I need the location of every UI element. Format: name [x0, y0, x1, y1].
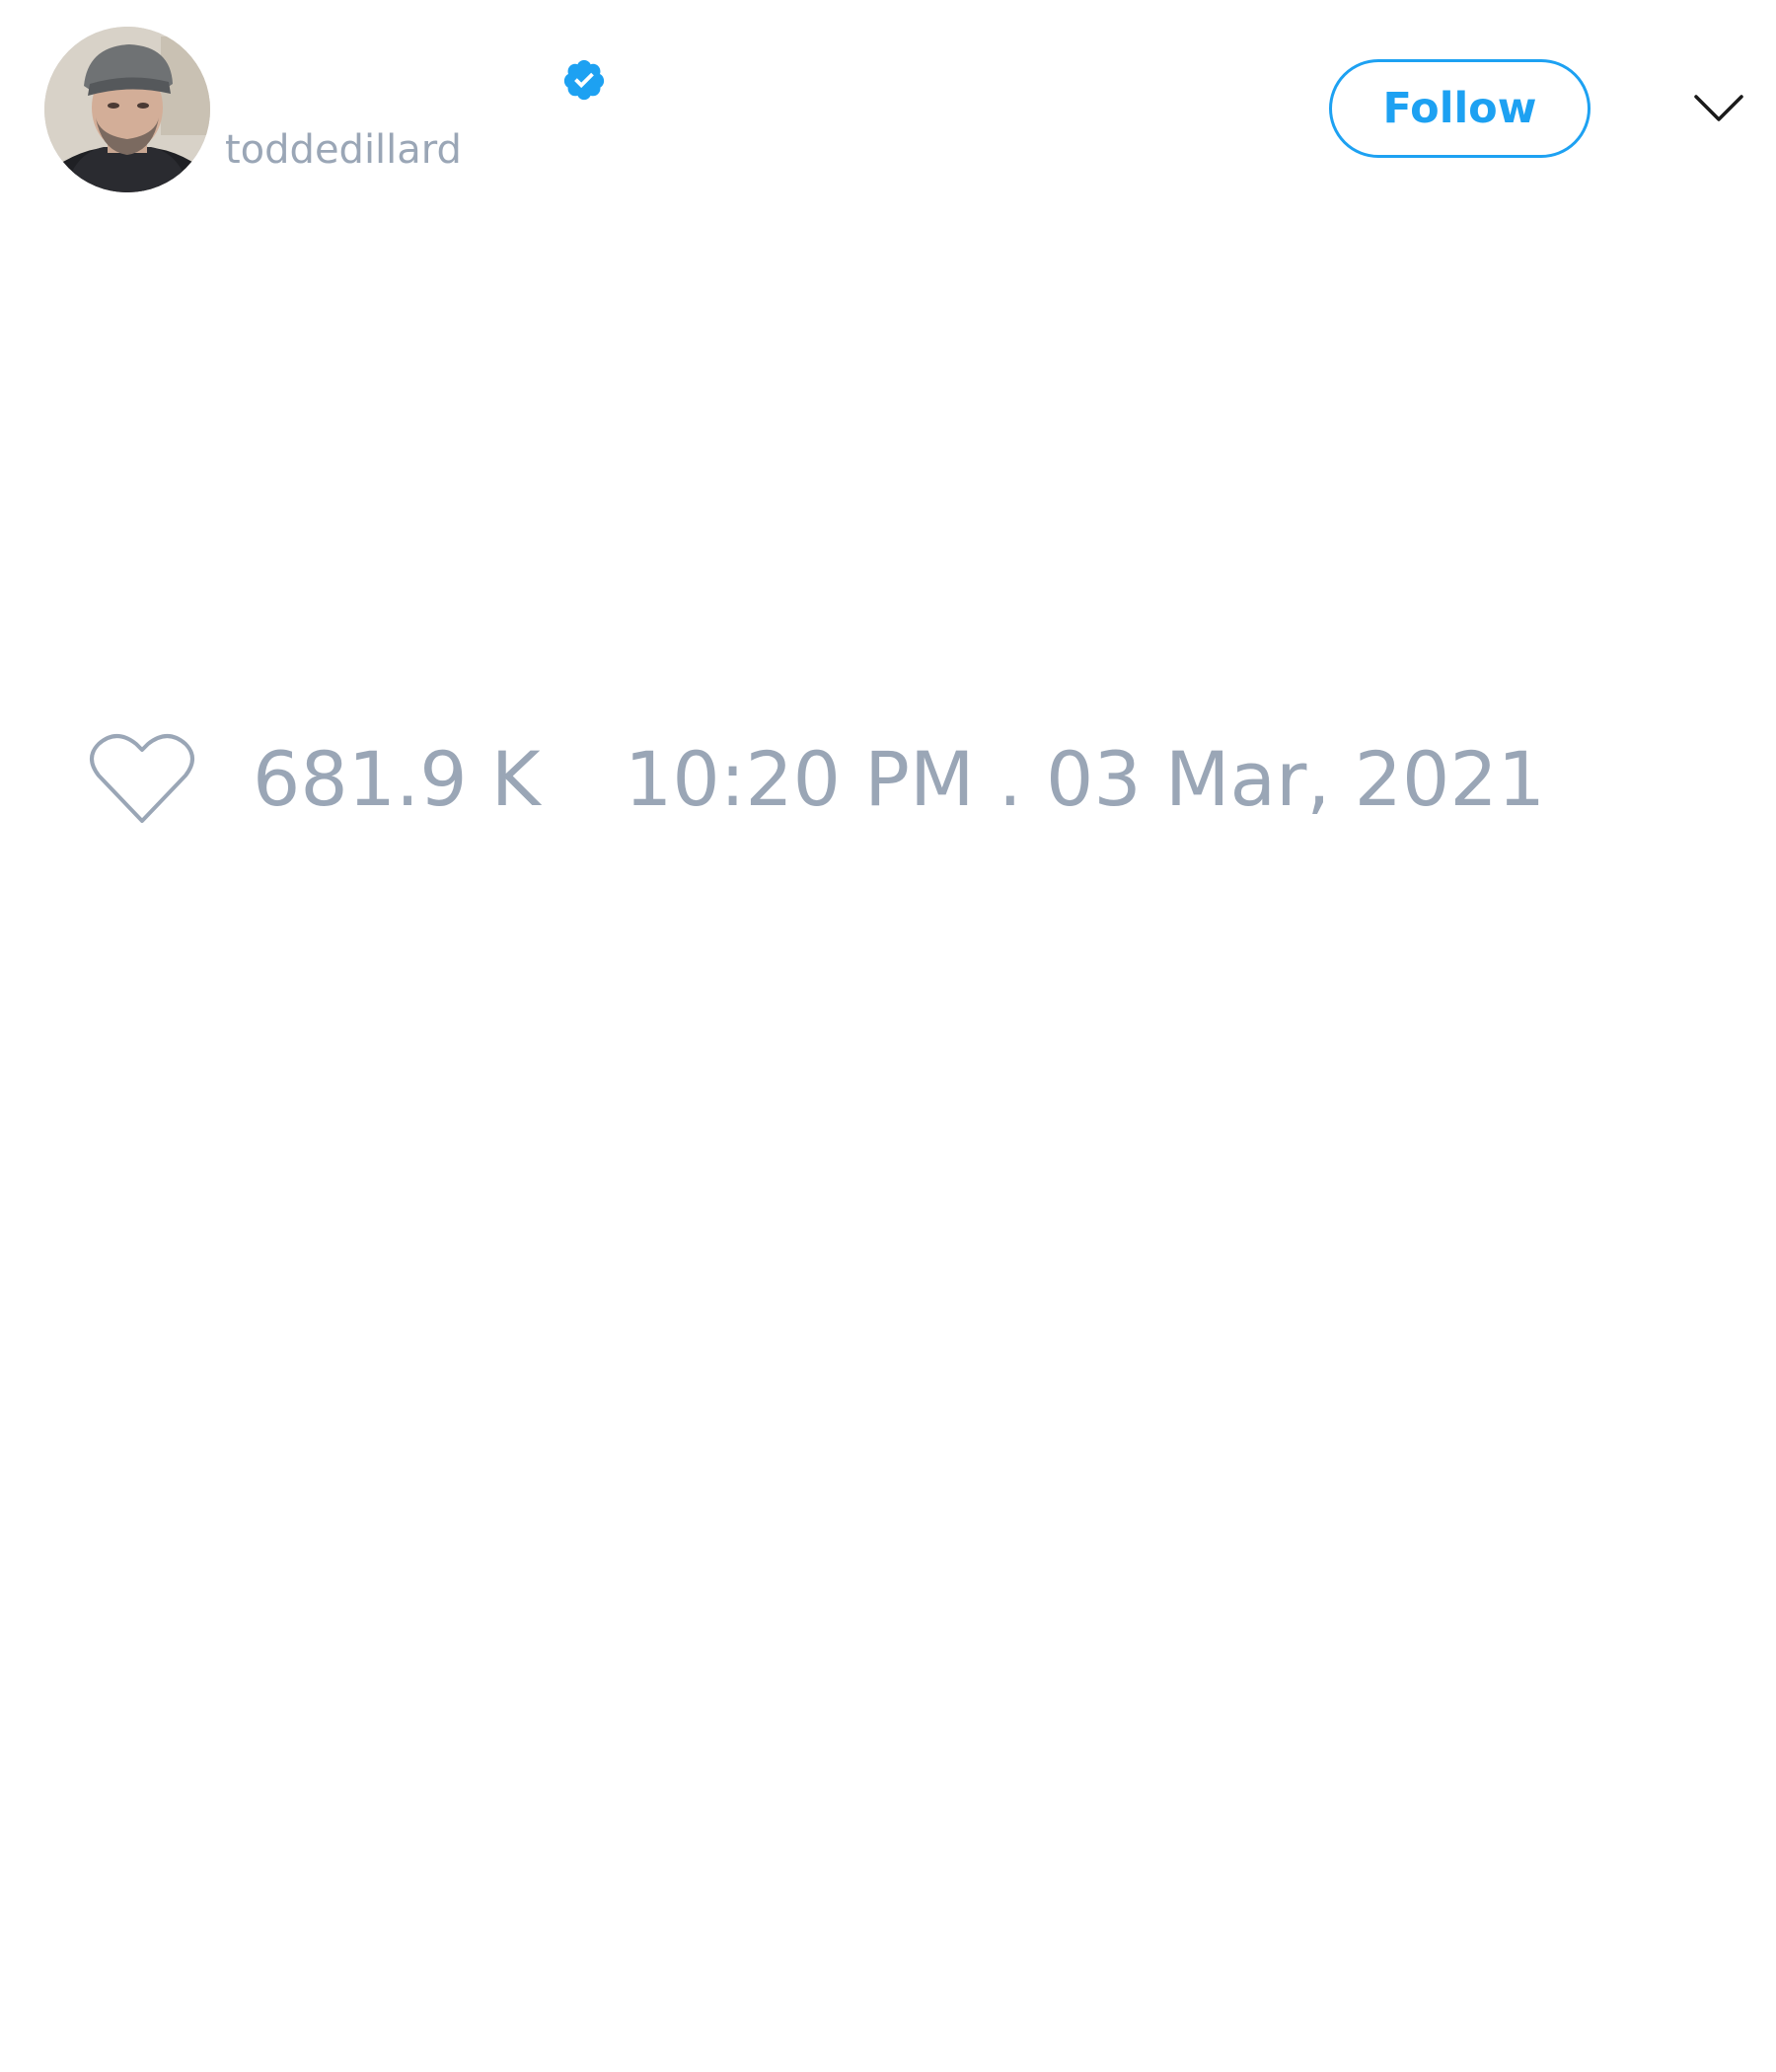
follow-button[interactable]: Follow: [1329, 59, 1591, 158]
chevron-down-icon[interactable]: [1693, 89, 1744, 128]
avatar-photo: [44, 27, 210, 192]
verified-badge-icon: [561, 57, 607, 103]
like-count: 681.9 K: [253, 735, 541, 823]
tweet-timestamp[interactable]: 10:20 PM . 03 Mar, 2021: [625, 735, 1545, 824]
avatar[interactable]: [44, 27, 210, 192]
author-username[interactable]: toddedillard: [225, 126, 462, 174]
heart-outline-icon[interactable]: [89, 730, 195, 825]
